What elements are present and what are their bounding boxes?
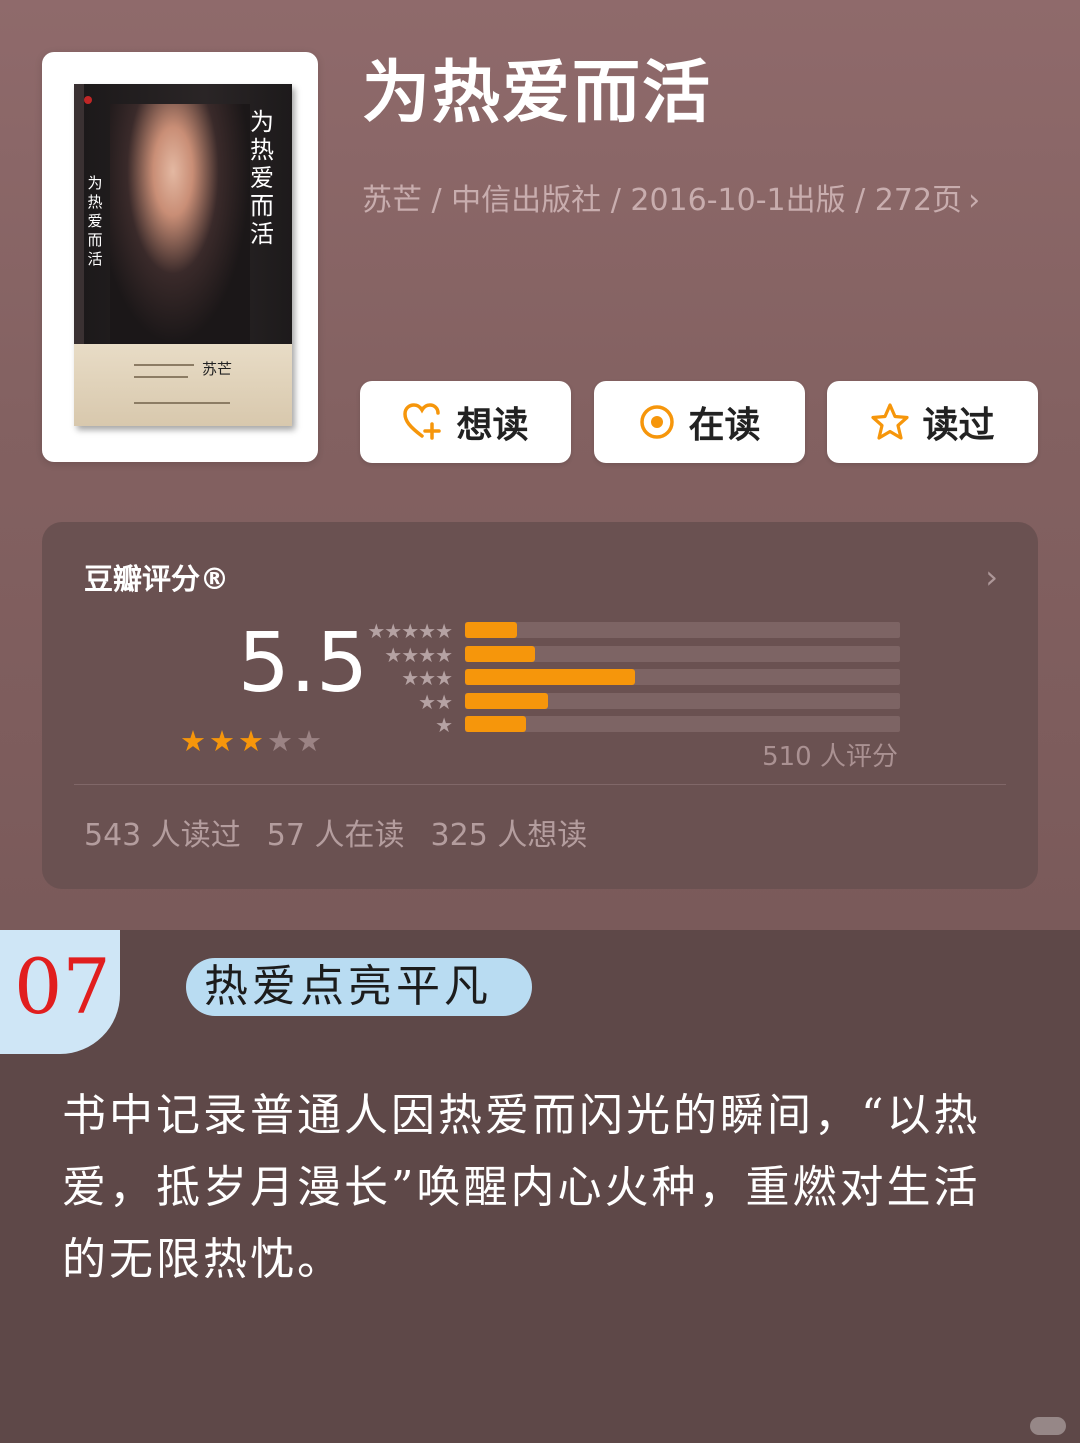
distribution-star-labels: ★★★★★ ★★★★ ★★★ ★★ ★: [342, 619, 453, 738]
star-outline-icon: [870, 402, 910, 442]
read-count[interactable]: 543 人读过: [84, 818, 241, 853]
bar-track-1: [465, 716, 900, 732]
reading-button[interactable]: 在读: [594, 381, 805, 463]
bar-fill-3: [465, 669, 635, 685]
section-heading: 热爱点亮平凡: [204, 961, 492, 1012]
rating-count: 510 人评分: [762, 742, 898, 772]
want-to-read-button[interactable]: 想读: [360, 381, 571, 463]
star-empty-icon: ★: [267, 724, 293, 758]
cover-text-line: [134, 376, 188, 378]
cover-text-line: [134, 402, 230, 404]
book-cover-card[interactable]: 为热爱而活 为热爱而活 苏芒: [42, 52, 318, 462]
publisher-logo: [84, 96, 92, 104]
bar-track-2: [465, 692, 900, 709]
cover-bottom-band: 苏芒: [74, 344, 292, 426]
score-stars: ★ ★ ★ ★ ★: [180, 726, 322, 756]
divider: [74, 784, 1006, 785]
bar-fill-5: [465, 622, 518, 638]
bar-fill-4: [465, 645, 535, 662]
bar-track-4: [465, 645, 900, 662]
distribution-label-2: ★★: [418, 689, 453, 714]
reading-label: 在读: [688, 405, 761, 446]
chevron-right-icon: ›: [968, 183, 981, 218]
section-body: 书中记录普通人因热爱而闪光的瞬间，“以热爱，抵岁月漫长”唤醒内心火种，重燃对生活…: [62, 1090, 981, 1285]
want-to-read-label: 想读: [456, 405, 529, 446]
have-read-label: 读过: [922, 405, 995, 446]
distribution-label-4: ★★★★: [384, 642, 453, 667]
have-read-button[interactable]: 读过: [827, 381, 1038, 463]
star-filled-icon: ★: [238, 724, 264, 758]
cover-portrait: [110, 104, 250, 344]
watermark: [1030, 1417, 1066, 1435]
section-number: 07: [14, 942, 111, 1031]
distribution-label-1: ★: [435, 713, 453, 737]
bar-track-5: [465, 622, 900, 638]
bar-fill-1: [465, 716, 526, 732]
reading-count[interactable]: 57 人在读: [267, 818, 405, 853]
reading-circle-icon: [638, 403, 676, 441]
heart-plus-icon: [402, 402, 444, 442]
book-cover-image: 为热爱而活 为热爱而活 苏芒: [74, 84, 292, 426]
chevron-right-icon: ›: [985, 558, 998, 596]
cover-author: 苏芒: [202, 360, 233, 378]
cover-title: 为热爱而活: [250, 108, 274, 248]
book-title: 为热爱而活: [362, 54, 713, 133]
distribution-label-3: ★★★: [401, 666, 453, 690]
book-meta-link[interactable]: 苏芒 / 中信出版社 / 2016-10-1出版 / 272页 ›: [362, 180, 980, 222]
shelf-actions: 想读 在读 读过: [360, 381, 1040, 463]
cover-spine-title: 为热爱而活: [87, 174, 103, 268]
rating-title: 豆瓣评分®: [84, 562, 230, 596]
read-stats: 543 人读过 57 人在读 325 人想读: [84, 810, 613, 854]
cover-text-line: [134, 364, 194, 366]
book-meta: 苏芒 / 中信出版社 / 2016-10-1出版 / 272页: [362, 183, 963, 218]
bar-fill-2: [465, 692, 548, 709]
star-filled-icon: ★: [180, 724, 206, 758]
rating-distribution-bars: [465, 622, 900, 740]
douban-rating-card[interactable]: 豆瓣评分® › 5.5 ★ ★ ★ ★ ★ ★★★★★ ★★★★ ★★★ ★★ ★ 51…: [42, 522, 1038, 889]
star-empty-icon: ★: [296, 724, 322, 758]
star-filled-icon: ★: [209, 724, 235, 758]
distribution-label-5: ★★★★★: [367, 619, 453, 643]
bar-track-3: [465, 669, 900, 685]
want-count[interactable]: 325 人想读: [431, 818, 588, 853]
